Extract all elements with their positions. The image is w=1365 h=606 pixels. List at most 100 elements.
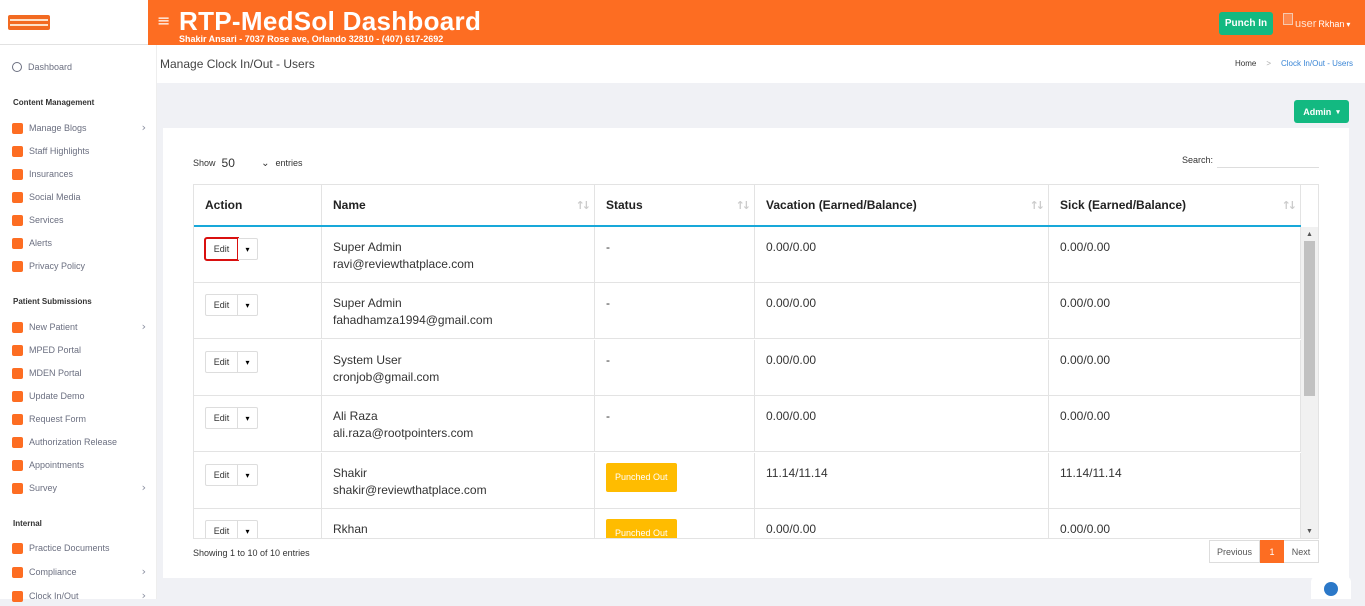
punch-in-button[interactable]: Punch In — [1219, 12, 1273, 35]
pagination-next[interactable]: Next — [1284, 540, 1319, 563]
sidebar-item-staff-highlights[interactable]: Staff Highlights — [0, 141, 157, 161]
entries-select[interactable]: 50 ⌄ — [222, 156, 270, 170]
sidebar-item-dashboard[interactable]: Dashboard — [0, 57, 157, 77]
column-header-sick-earned-balance[interactable]: Sick (Earned/Balance) ↑↓ — [1049, 185, 1301, 225]
status-text: - — [606, 296, 610, 310]
home-icon — [12, 321, 23, 333]
pagination-page-1[interactable]: 1 — [1260, 540, 1284, 563]
name-cell: Super Admin fahadhamza1994@gmail.com — [322, 283, 595, 339]
status-cell: Punched Out — [595, 453, 755, 509]
sidebar-item-social-media[interactable]: Social Media — [0, 187, 157, 207]
column-header-name[interactable]: Name ↑↓ — [322, 185, 595, 225]
name-cell: Super Admin ravi@reviewthatplace.com — [322, 227, 595, 283]
blog-icon — [12, 122, 23, 134]
edit-dropdown-caret-icon[interactable]: ▾ — [238, 464, 258, 486]
status-cell: - — [595, 396, 755, 452]
column-header-vacation-earned-balance[interactable]: Vacation (Earned/Balance) ↑↓ — [755, 185, 1049, 225]
sidebar-item-survey[interactable]: Survey › — [0, 478, 157, 498]
action-cell: Edit ▾ — [194, 283, 322, 339]
scroll-down-arrow-icon[interactable]: ▼ — [1301, 524, 1318, 538]
column-header-status[interactable]: Status ↑↓ — [595, 185, 755, 225]
sidebar-item-authorization-release[interactable]: Authorization Release — [0, 432, 157, 452]
sidebar-item-label: Insurances — [29, 169, 74, 179]
sidebar-item-privacy-policy[interactable]: Privacy Policy — [0, 256, 157, 276]
edit-button[interactable]: Edit — [204, 237, 239, 261]
column-header-label: Status — [606, 198, 643, 212]
user-name: Ali Raza — [333, 409, 378, 423]
check-file-icon — [12, 436, 23, 448]
user-menu[interactable]: user Rkhan ▾ — [1283, 8, 1350, 30]
sort-icon[interactable]: ↑↓ — [736, 199, 752, 212]
sidebar-item-label: Appointments — [29, 460, 85, 470]
table-info: Showing 1 to 10 of 10 entries — [193, 548, 310, 558]
language-widget[interactable] — [1311, 576, 1351, 599]
sidebar-item-request-form[interactable]: Request Form — [0, 409, 157, 429]
user-email: ravi@reviewthatplace.com — [333, 257, 474, 271]
sidebar-item-clock-in-out[interactable]: Clock In/Out › — [0, 586, 157, 606]
search-input[interactable] — [1217, 152, 1319, 168]
sort-icon[interactable]: ↑↓ — [576, 199, 592, 212]
edit-button[interactable]: Edit — [205, 407, 238, 429]
edit-dropdown-caret-icon[interactable]: ▾ — [238, 238, 258, 260]
edit-dropdown-caret-icon[interactable]: ▾ — [238, 351, 258, 373]
staff-icon — [12, 145, 23, 157]
status-cell: - — [595, 340, 755, 396]
sidebar-item-update-demo[interactable]: Update Demo — [0, 386, 157, 406]
sidebar: Dashboard Content Management Patient Sub… — [0, 45, 157, 602]
sidebar-item-manage-blogs[interactable]: Manage Blogs › — [0, 118, 157, 138]
sidebar-item-insurances[interactable]: Insurances — [0, 164, 157, 184]
table-row: Edit ▾ Super Admin fahadhamza1994@gmail.com… — [194, 283, 1301, 339]
sidebar-item-mden-portal[interactable]: MDEN Portal — [0, 363, 157, 383]
sidebar-item-label: MPED Portal — [29, 345, 82, 355]
sidebar-item-mped-portal[interactable]: MPED Portal — [0, 340, 157, 360]
name-cell: System User cronjob@gmail.com — [322, 340, 595, 396]
breadcrumb-current[interactable]: Clock In/Out - Users — [1281, 59, 1353, 68]
scroll-thumb[interactable] — [1304, 241, 1315, 396]
edit-dropdown-caret-icon[interactable]: ▾ — [238, 407, 258, 429]
sidebar-item-label: Social Media — [29, 192, 81, 202]
hamburger-menu-icon[interactable]: ≡ — [157, 11, 170, 30]
pagination-previous[interactable]: Previous — [1209, 540, 1260, 563]
alert-icon — [12, 237, 23, 249]
shield-icon — [12, 260, 23, 272]
edit-dropdown-caret-icon[interactable]: ▾ — [238, 520, 258, 538]
column-header-label: Vacation (Earned/Balance) — [766, 198, 917, 212]
edit-button[interactable]: Edit — [205, 464, 238, 486]
show-label: Show — [193, 158, 216, 168]
edit-button[interactable]: Edit — [205, 351, 238, 373]
table-scrollbar[interactable]: ▲ ▼ — [1301, 227, 1318, 538]
edit-button[interactable]: Edit — [205, 520, 238, 538]
sidebar-item-services[interactable]: Services — [0, 210, 157, 230]
sidebar-item-new-patient[interactable]: New Patient › — [0, 317, 157, 337]
sick-cell: 0.00/0.00 — [1049, 340, 1301, 396]
scroll-up-arrow-icon[interactable]: ▲ — [1301, 227, 1318, 241]
entries-select-value: 50 — [221, 156, 235, 170]
column-header-action[interactable]: Action — [194, 185, 322, 225]
dashboard-icon — [12, 62, 22, 72]
vacation-cell: 0.00/0.00 — [755, 396, 1049, 452]
status-cell: Punched Out — [595, 509, 755, 538]
sidebar-item-practice-documents[interactable]: Practice Documents — [0, 538, 157, 558]
sidebar-item-label: Dashboard — [28, 62, 73, 72]
table-search: Search: — [1182, 152, 1319, 168]
sidebar-item-appointments[interactable]: Appointments — [0, 455, 157, 475]
vacation-cell: 0.00/0.00 — [755, 227, 1049, 283]
sidebar-section-internal: Internal — [13, 519, 42, 528]
file-icon — [12, 413, 23, 425]
admin-dropdown-button[interactable]: Admin ▾ — [1294, 100, 1349, 123]
action-cell: Edit ▾ — [194, 453, 322, 509]
edit-button[interactable]: Edit — [205, 294, 238, 316]
sick-cell: 0.00/0.00 — [1049, 509, 1301, 538]
calendar-icon — [12, 459, 23, 471]
pagination: Previous 1 Next — [1209, 540, 1319, 563]
edit-dropdown-caret-icon[interactable]: ▾ — [238, 294, 258, 316]
logo-area[interactable] — [0, 0, 148, 45]
sidebar-item-label: Alerts — [29, 238, 53, 248]
sort-icon[interactable]: ↑↓ — [1030, 199, 1046, 212]
table-row: Edit ▾ Ali Raza ali.raza@rootpointers.com - 0… — [194, 396, 1301, 452]
breadcrumb-home[interactable]: Home — [1235, 59, 1256, 68]
sort-icon[interactable]: ↑↓ — [1282, 199, 1298, 212]
edit-button-group: Edit ▾ — [204, 237, 321, 261]
sidebar-item-compliance[interactable]: Compliance › — [0, 562, 157, 582]
sidebar-item-alerts[interactable]: Alerts — [0, 233, 157, 253]
